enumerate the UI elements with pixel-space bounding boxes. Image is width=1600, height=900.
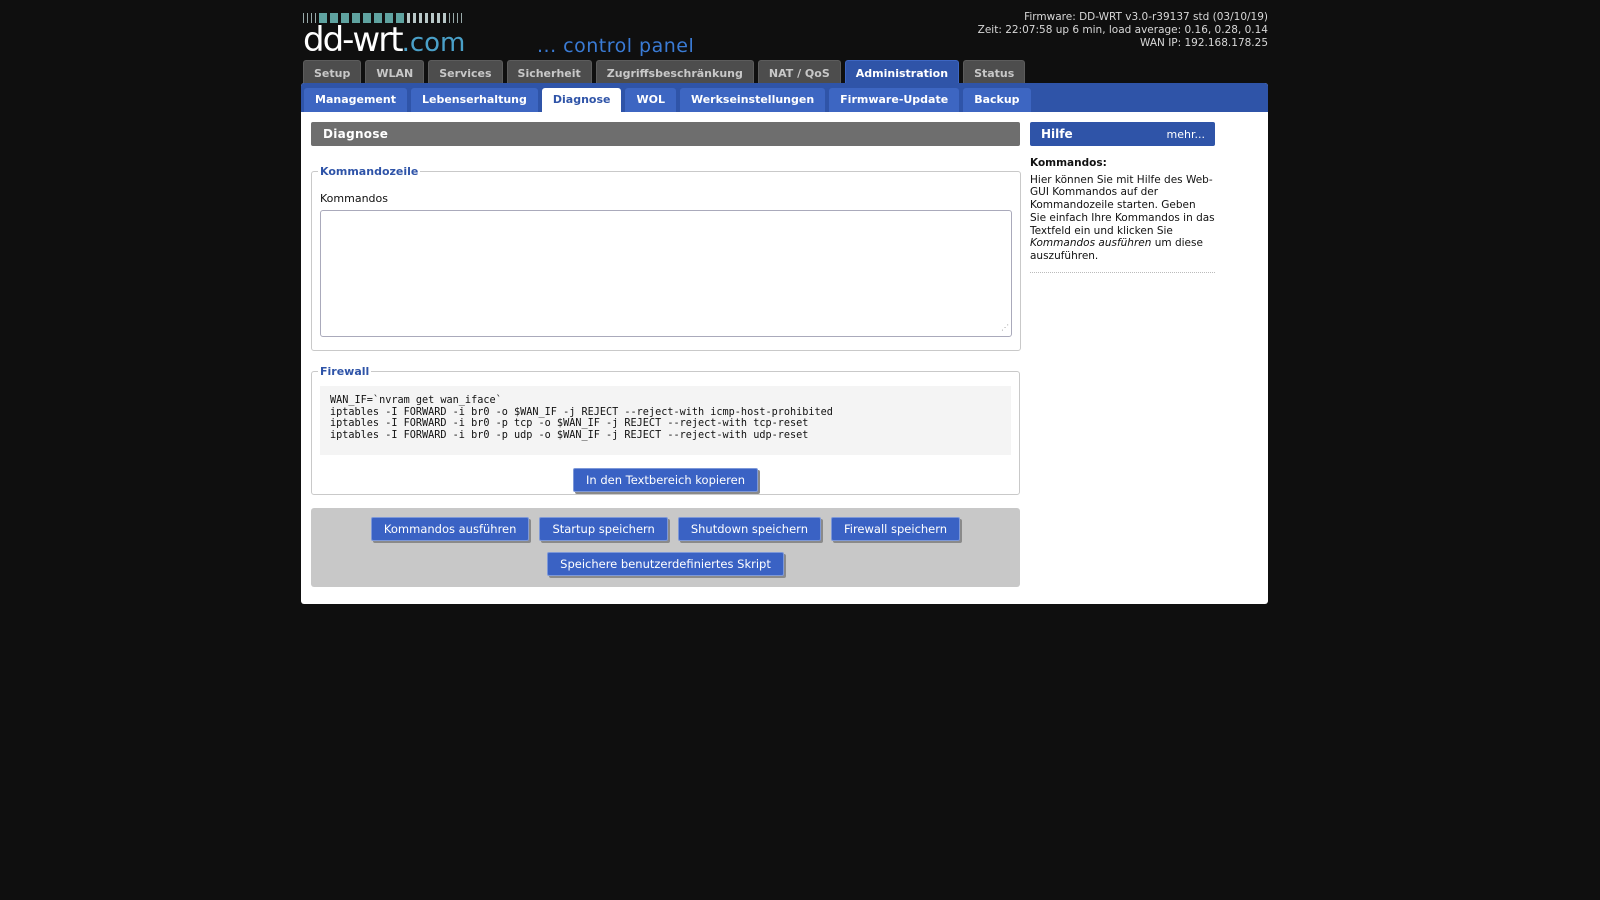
help-text: Hier können Sie mit Hilfe des Web-GUI Ko… bbox=[1030, 174, 1215, 263]
copy-to-textarea-button[interactable]: In den Textbereich kopieren bbox=[573, 468, 758, 492]
subtab-diagnose[interactable]: Diagnose bbox=[541, 88, 622, 112]
tab-services[interactable]: Services bbox=[428, 60, 503, 84]
subtab-backup[interactable]: Backup bbox=[963, 88, 1031, 112]
main-navigation: Setup WLAN Services Sicherheit Zugriffsb… bbox=[303, 60, 1026, 85]
tab-status[interactable]: Status bbox=[963, 60, 1026, 84]
help-heading: Kommandos: bbox=[1030, 157, 1107, 169]
save-shutdown-button[interactable]: Shutdown speichern bbox=[677, 517, 821, 541]
resize-grip-icon[interactable]: ⋰ bbox=[1001, 324, 1009, 332]
help-title: Hilfe bbox=[1041, 127, 1073, 141]
subtab-lebenserhaltung[interactable]: Lebenserhaltung bbox=[410, 88, 538, 112]
tab-administration[interactable]: Administration bbox=[844, 60, 960, 85]
help-text-emphasis: Kommandos ausführen bbox=[1030, 237, 1152, 250]
tab-setup[interactable]: Setup bbox=[303, 60, 362, 84]
control-panel-label: ... control panel bbox=[537, 35, 695, 57]
uptime-info: Zeit: 22:07:58 up 6 min, load average: 0… bbox=[977, 24, 1268, 36]
ddwrt-logo[interactable]: dd-wrt.com bbox=[303, 13, 513, 58]
main-content: Diagnose Kommandozeile Kommandos ⋰ Firew… bbox=[311, 122, 1021, 587]
action-buttons-area: Kommandos ausführen Startup speichern Sh… bbox=[311, 508, 1020, 587]
logo-main-text: dd-wrt bbox=[303, 20, 404, 60]
page-title: Diagnose bbox=[311, 122, 1020, 146]
sub-navigation: Management Lebenserhaltung Diagnose WOL … bbox=[301, 83, 1268, 112]
subtab-werkseinstellungen[interactable]: Werkseinstellungen bbox=[679, 88, 826, 112]
logo-dotcom-text: .com bbox=[401, 28, 466, 58]
commands-label: Kommandos bbox=[320, 192, 388, 205]
tab-wlan[interactable]: WLAN bbox=[365, 60, 425, 84]
save-custom-script-button[interactable]: Speichere benutzerdefiniertes Skript bbox=[547, 552, 784, 576]
firewall-legend: Firewall bbox=[320, 365, 370, 378]
subtab-wol[interactable]: WOL bbox=[625, 88, 676, 112]
tab-zugriffsbeschraenkung[interactable]: Zugriffsbeschränkung bbox=[595, 60, 754, 84]
tab-sicherheit[interactable]: Sicherheit bbox=[506, 60, 592, 84]
subtab-management[interactable]: Management bbox=[304, 88, 407, 112]
wan-ip-info: WAN IP: 192.168.178.25 bbox=[1140, 37, 1268, 49]
tab-nat-qos[interactable]: NAT / QoS bbox=[757, 60, 841, 84]
help-more-link[interactable]: mehr... bbox=[1167, 128, 1205, 141]
commands-textarea[interactable] bbox=[320, 210, 1012, 337]
help-body: Kommandos: Hier können Sie mit Hilfe des… bbox=[1030, 146, 1215, 273]
help-panel: Hilfe mehr... Kommandos: Hier können Sie… bbox=[1030, 122, 1215, 273]
logo-text: dd-wrt.com bbox=[303, 23, 513, 58]
run-commands-button[interactable]: Kommandos ausführen bbox=[370, 517, 530, 541]
firmware-info: Firmware: DD-WRT v3.0-r39137 std (03/10/… bbox=[1024, 11, 1268, 23]
command-fieldset: Kommandozeile Kommandos ⋰ bbox=[311, 165, 1021, 351]
save-firewall-button[interactable]: Firewall speichern bbox=[830, 517, 961, 541]
save-startup-button[interactable]: Startup speichern bbox=[539, 517, 668, 541]
help-divider bbox=[1030, 271, 1215, 273]
subtab-firmware-update[interactable]: Firmware-Update bbox=[829, 88, 960, 112]
system-info: Firmware: DD-WRT v3.0-r39137 std (03/10/… bbox=[978, 11, 1268, 50]
content-panel: Management Lebenserhaltung Diagnose WOL … bbox=[301, 83, 1268, 604]
firewall-fieldset: Firewall WAN_IF=`nvram get wan_iface` ip… bbox=[311, 365, 1020, 495]
command-legend: Kommandozeile bbox=[320, 165, 419, 178]
help-text-part1: Hier können Sie mit Hilfe des Web-GUI Ko… bbox=[1030, 173, 1215, 237]
help-header: Hilfe mehr... bbox=[1030, 122, 1215, 146]
firewall-script-code: WAN_IF=`nvram get wan_iface` iptables -I… bbox=[320, 386, 1011, 455]
